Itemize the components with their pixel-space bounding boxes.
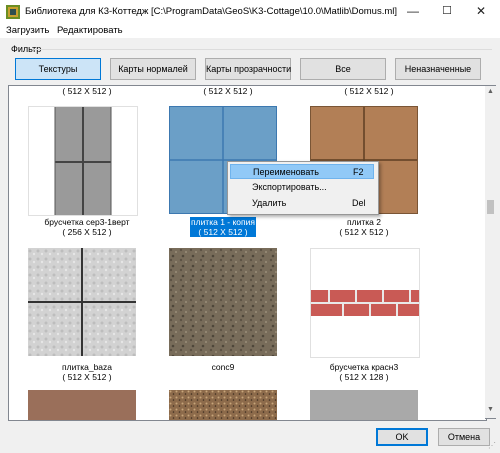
texture-thumbnail[interactable] (310, 248, 420, 358)
resize-grip-icon[interactable]: ⋰ (488, 441, 498, 451)
scroll-down-arrow-icon[interactable]: ▼ (485, 406, 496, 413)
list-item-caption: conc9 (211, 362, 235, 372)
scroll-up-arrow-icon[interactable]: ▲ (485, 88, 496, 95)
list-item-caption-selected: плитка 1 - копия ( 512 X 512 ) (190, 217, 256, 237)
texture-thumbnail[interactable] (28, 390, 136, 420)
list-item-caption: брусчетка сер3-1верт ( 256 X 512 ) (44, 217, 130, 237)
list-item-caption: плитка 2 ( 512 X 512 ) (339, 217, 389, 237)
texture-thumbnail[interactable] (28, 248, 136, 356)
title-bar: Библиотека для К3-Коттедж [C:\ProgramDat… (0, 0, 500, 24)
texture-thumbnail[interactable] (28, 106, 138, 216)
menu-bar: Загрузить Редактировать (0, 24, 500, 38)
vertical-scrollbar[interactable]: ▲ ▼ (485, 85, 496, 419)
close-button[interactable]: ✕ (464, 0, 498, 24)
minimize-button[interactable]: — (396, 0, 430, 24)
filter-normal-maps-button[interactable]: Карты нормалей (110, 58, 196, 80)
filter-group-border (34, 49, 492, 50)
window-title: Библиотека для К3-Коттедж [C:\ProgramDat… (25, 6, 398, 17)
context-rename-item[interactable]: Переименовать F2 (230, 164, 374, 179)
filter-unassigned-button[interactable]: Неназначенные (395, 58, 481, 80)
menu-edit[interactable]: Редактировать (57, 25, 123, 36)
maximize-button[interactable]: ☐ (430, 0, 464, 24)
filter-all-button[interactable]: Все (300, 58, 386, 80)
item-size: ( 512 X 512 ) (203, 86, 253, 96)
filter-textures-button[interactable]: Текстуры (15, 58, 101, 80)
app-icon (6, 5, 20, 19)
cancel-button[interactable]: Отмена (438, 428, 490, 446)
item-size: ( 512 X 512 ) (62, 86, 112, 96)
list-item-caption: брусчетка красн3 ( 512 X 128 ) (329, 362, 399, 382)
texture-list[interactable]: ( 512 X 512 ) ( 512 X 512 ) ( 512 X 512 … (8, 85, 487, 421)
ok-button[interactable]: OK (376, 428, 428, 446)
context-export-item[interactable]: Экспортировать... (230, 180, 374, 195)
item-size: ( 512 X 512 ) (344, 86, 394, 96)
texture-thumbnail[interactable] (169, 248, 277, 356)
menu-load[interactable]: Загрузить (6, 25, 49, 36)
scrollbar-thumb[interactable] (487, 200, 494, 214)
list-item-caption: плитка_baza ( 512 X 512 ) (62, 362, 112, 382)
context-menu: Переименовать F2 Экспортировать... Удали… (227, 161, 379, 215)
filter-opacity-maps-button[interactable]: Карты прозрачности (205, 58, 291, 80)
context-delete-item[interactable]: Удалить Del (230, 196, 374, 211)
texture-thumbnail[interactable] (169, 390, 277, 420)
texture-thumbnail[interactable] (310, 390, 418, 420)
